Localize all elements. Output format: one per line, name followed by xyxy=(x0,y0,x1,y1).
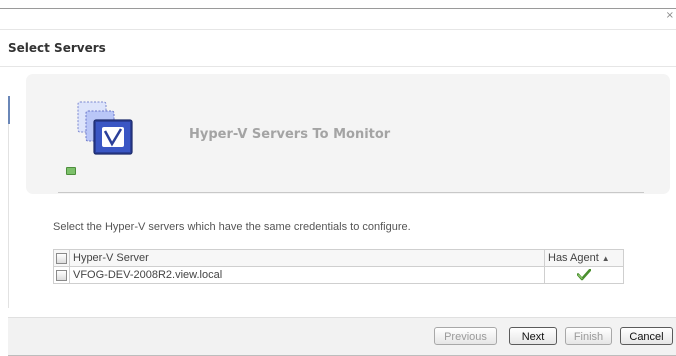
left-divider xyxy=(8,124,9,308)
close-icon[interactable]: × xyxy=(666,10,674,22)
row-select-cell[interactable] xyxy=(53,266,70,284)
server-name-cell: VFOG-DEV-2008R2.view.local xyxy=(69,266,545,284)
servers-table: Hyper-V Server Has Agent ▲ VFOG-DEV-2008R… xyxy=(53,249,624,284)
next-button[interactable]: Next xyxy=(509,327,557,345)
wizard-footer: Previous Next Finish Cancel xyxy=(8,317,676,356)
select-all-checkbox[interactable] xyxy=(56,252,67,264)
header-title: Hyper-V Servers To Monitor xyxy=(189,127,391,142)
left-accent-marker xyxy=(8,96,10,124)
column-header-server-label: Hyper-V Server xyxy=(73,252,149,264)
column-header-has-agent[interactable]: Has Agent ▲ xyxy=(544,249,624,267)
cancel-button[interactable]: Cancel xyxy=(620,327,673,345)
sort-ascending-icon: ▲ xyxy=(601,254,610,263)
agent-installed-check-icon xyxy=(576,268,592,281)
dialog-title: Select Servers xyxy=(8,41,106,55)
server-name: VFOG-DEV-2008R2.view.local xyxy=(73,269,223,281)
table-header-row: Hyper-V Server Has Agent ▲ xyxy=(53,249,624,267)
header-divider xyxy=(58,192,644,193)
row-checkbox[interactable] xyxy=(56,269,67,281)
status-indicator-icon xyxy=(66,167,76,175)
column-header-server[interactable]: Hyper-V Server xyxy=(69,249,545,267)
instruction-text: Select the Hyper-V servers which have th… xyxy=(53,221,411,233)
hyper-v-servers-icon xyxy=(77,101,133,155)
column-header-has-agent-label: Has Agent xyxy=(548,252,599,264)
select-all-cell[interactable] xyxy=(53,249,70,267)
previous-button[interactable]: Previous xyxy=(434,327,497,345)
has-agent-cell xyxy=(544,266,624,284)
window-top-border xyxy=(0,8,676,9)
table-row[interactable]: VFOG-DEV-2008R2.view.local xyxy=(53,266,624,284)
finish-button[interactable]: Finish xyxy=(565,327,612,345)
dialog-title-bar: Select Servers xyxy=(0,29,676,67)
